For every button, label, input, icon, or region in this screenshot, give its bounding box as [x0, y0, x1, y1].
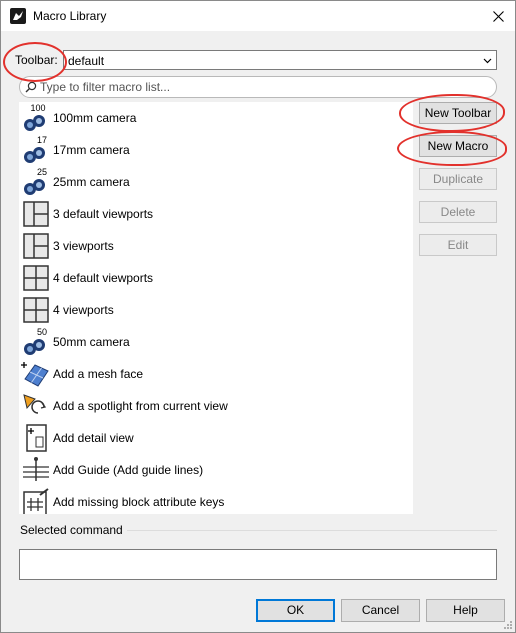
divider: [127, 530, 497, 531]
list-item[interactable]: 100 100mm camera: [19, 102, 413, 134]
svg-text:25: 25: [37, 167, 47, 177]
list-item[interactable]: 17 17mm camera: [19, 134, 413, 166]
delete-button[interactable]: Delete: [419, 201, 497, 223]
list-item[interactable]: 25 25mm camera: [19, 166, 413, 198]
spotlight-icon: [23, 394, 47, 414]
list-item-label: 4 default viewports: [53, 271, 154, 285]
mesh-face-icon: [21, 362, 49, 387]
list-item[interactable]: Add a spotlight from current view: [19, 390, 413, 422]
toolbar-label: Toolbar:: [15, 53, 58, 67]
toolbar-select-value: default: [68, 54, 105, 68]
duplicate-button[interactable]: Duplicate: [419, 168, 497, 190]
rhino-app-icon: [10, 8, 26, 24]
three-viewports-icon: [23, 233, 49, 259]
list-item[interactable]: Add detail view: [19, 422, 413, 454]
detail-view-icon: [26, 424, 47, 452]
list-item[interactable]: Add missing block attribute keys: [19, 486, 413, 514]
list-item-label: 17mm camera: [53, 143, 130, 157]
list-item-label: Add missing block attribute keys: [53, 495, 225, 509]
three-viewports-icon: [23, 201, 49, 227]
camera-icon: 100: [24, 103, 46, 131]
list-item[interactable]: Add a mesh face: [19, 358, 413, 390]
selected-command-field[interactable]: [19, 549, 497, 580]
search-icon: [25, 81, 37, 93]
list-item-label: Add Guide (Add guide lines): [53, 463, 204, 477]
block-attribute-icon: [23, 488, 49, 514]
filter-input[interactable]: [40, 79, 480, 95]
help-button[interactable]: Help: [426, 599, 505, 622]
title-bar: Macro Library: [1, 1, 515, 31]
close-icon: [492, 10, 504, 22]
chevron-down-icon: [483, 58, 492, 64]
ok-button[interactable]: OK: [256, 599, 335, 622]
macro-library-dialog: Macro Library Toolbar: default 100 100mm…: [0, 0, 516, 633]
camera-icon: 50: [24, 327, 47, 355]
cancel-button[interactable]: Cancel: [341, 599, 420, 622]
resize-grip-icon[interactable]: [503, 620, 513, 630]
new-toolbar-button[interactable]: New Toolbar: [419, 102, 497, 124]
svg-text:50: 50: [37, 327, 47, 337]
new-macro-button[interactable]: New Macro: [419, 135, 497, 157]
list-item-label: Add detail view: [53, 431, 134, 445]
list-item[interactable]: 4 viewports: [19, 294, 413, 326]
camera-icon: 25: [24, 167, 47, 195]
filter-field[interactable]: [19, 76, 497, 98]
list-item[interactable]: 50 50mm camera: [19, 326, 413, 358]
svg-text:100: 100: [30, 103, 45, 113]
list-item-label: 100mm camera: [53, 111, 137, 125]
list-item[interactable]: Add Guide (Add guide lines): [19, 454, 413, 486]
toolbar-select[interactable]: default: [63, 50, 497, 70]
guide-lines-icon: [23, 457, 49, 481]
list-item[interactable]: 3 default viewports: [19, 198, 413, 230]
selected-command-label: Selected command: [20, 523, 123, 537]
four-viewports-icon: [23, 297, 49, 323]
list-item-label: Add a spotlight from current view: [53, 399, 228, 413]
macro-list[interactable]: 100 100mm camera 17 17mm camera 25 25mm …: [19, 102, 413, 514]
list-item-label: 3 default viewports: [53, 207, 154, 221]
list-item-label: 4 viewports: [53, 303, 114, 317]
svg-text:17: 17: [37, 135, 47, 145]
list-item-label: 25mm camera: [53, 175, 130, 189]
close-button[interactable]: [481, 1, 515, 31]
list-item[interactable]: 4 default viewports: [19, 262, 413, 294]
camera-icon: 17: [24, 135, 47, 163]
list-item[interactable]: 3 viewports: [19, 230, 413, 262]
edit-button[interactable]: Edit: [419, 234, 497, 256]
list-item-label: Add a mesh face: [53, 367, 144, 381]
list-item-label: 50mm camera: [53, 335, 130, 349]
four-viewports-icon: [23, 265, 49, 291]
window-title: Macro Library: [33, 9, 107, 23]
list-item-label: 3 viewports: [53, 239, 114, 253]
